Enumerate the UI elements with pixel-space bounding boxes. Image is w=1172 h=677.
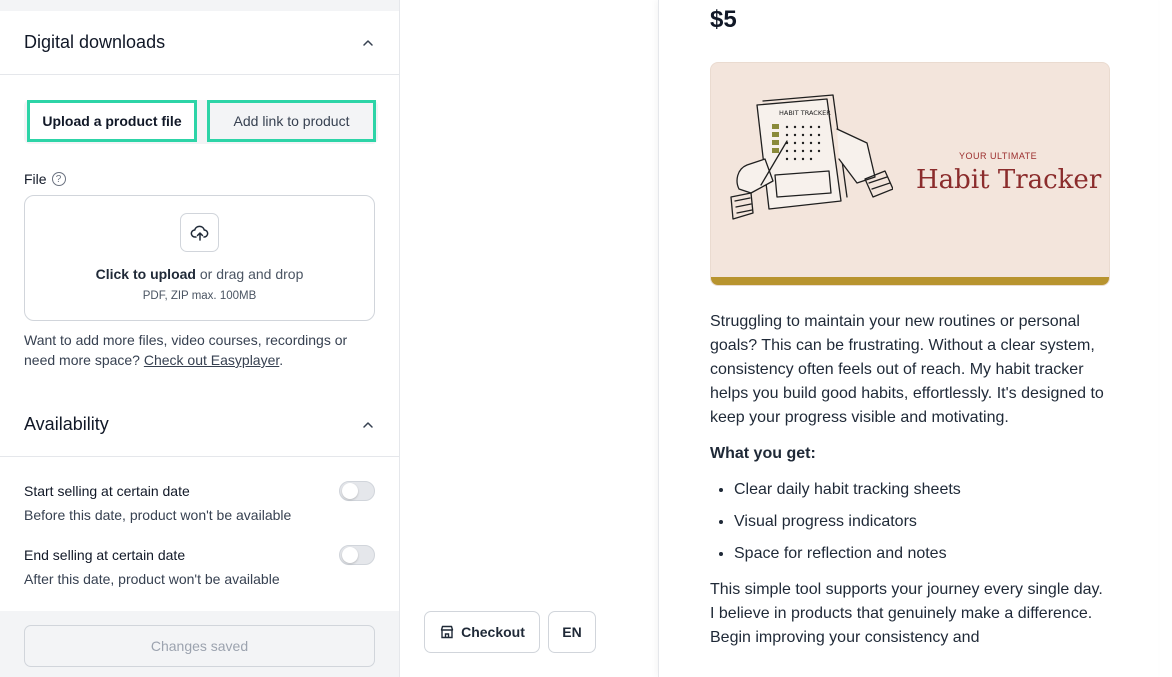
hero-accent-bar (711, 277, 1109, 285)
hero-title: Habit Tracker (916, 165, 1102, 195)
product-cover-image: HABIT TRACKER YOUR ULTIMATE Habit Tracke… (710, 62, 1110, 286)
hint-end: . (279, 352, 284, 368)
changes-saved-button[interactable]: Changes saved (24, 625, 375, 667)
toggle-knob (342, 483, 358, 499)
drag-drop-text: or drag and drop (195, 266, 304, 282)
start-selling-title: Start selling at certain date (24, 483, 190, 499)
file-dropzone[interactable]: Click to upload or drag and drop PDF, ZI… (24, 195, 375, 321)
file-label-text: File (24, 171, 47, 187)
tab-add-link-to-product[interactable]: Add link to product (207, 100, 376, 142)
help-circle-icon[interactable]: ? (51, 172, 66, 186)
description-intro: Struggling to maintain your new routines… (710, 313, 1104, 426)
dropzone-instruction: Click to upload or drag and drop (25, 266, 374, 282)
availability-header[interactable]: Availability (0, 393, 399, 457)
product-description: Struggling to maintain your new routines… (710, 310, 1110, 662)
hero-sheet-title: HABIT TRACKER (779, 109, 831, 117)
chevron-up-icon[interactable] (361, 418, 375, 432)
product-preview: $5 HABIT TRACKER YOUR ULTIMATE Habit Tra… (658, 0, 1158, 677)
what-you-get-heading: What you get: (710, 445, 816, 462)
store-icon (440, 625, 454, 639)
dropzone-formats: PDF, ZIP max. 100MB (142, 290, 257, 302)
toggle-knob (342, 547, 358, 563)
checkout-label: Checkout (461, 624, 525, 640)
description-outro: This simple tool supports your journey e… (710, 581, 1103, 646)
end-selling-subtitle: After this date, product won't be availa… (24, 571, 280, 587)
chevron-up-icon[interactable] (361, 36, 375, 50)
click-to-upload-link[interactable]: Click to upload (96, 266, 196, 282)
hero-subtitle: YOUR ULTIMATE (959, 151, 1038, 161)
digital-downloads-header[interactable]: Digital downloads (0, 11, 399, 75)
start-selling-subtitle: Before this date, product won't be avail… (24, 507, 292, 523)
settings-panel: Digital downloads Upload a product file … (0, 0, 400, 677)
language-button[interactable]: EN (548, 611, 596, 653)
panel-gap (0, 0, 399, 11)
end-selling-title: End selling at certain date (24, 547, 186, 563)
list-item: Space for reflection and notes (734, 542, 1110, 566)
end-selling-toggle[interactable] (339, 545, 375, 565)
checkout-button[interactable]: Checkout (424, 611, 540, 653)
start-selling-toggle[interactable] (339, 481, 375, 501)
easyplayer-link[interactable]: Check out Easyplayer (144, 352, 279, 368)
benefits-list: Clear daily habit tracking sheets Visual… (734, 478, 1110, 566)
list-item: Visual progress indicators (734, 510, 1110, 534)
tab-upload-product-file[interactable]: Upload a product file (27, 100, 197, 142)
section-title: Availability (24, 414, 109, 434)
cloud-upload-icon[interactable] (180, 213, 219, 252)
more-files-hint: Want to add more files, video courses, r… (24, 330, 374, 370)
habit-tracker-illustration-icon: HABIT TRACKER (730, 94, 893, 220)
product-price: $5 (710, 6, 737, 33)
file-label: File ? (24, 171, 66, 187)
section-title: Digital downloads (24, 32, 166, 52)
preview-gutter: Checkout EN (400, 0, 658, 677)
list-item: Clear daily habit tracking sheets (734, 478, 1110, 502)
